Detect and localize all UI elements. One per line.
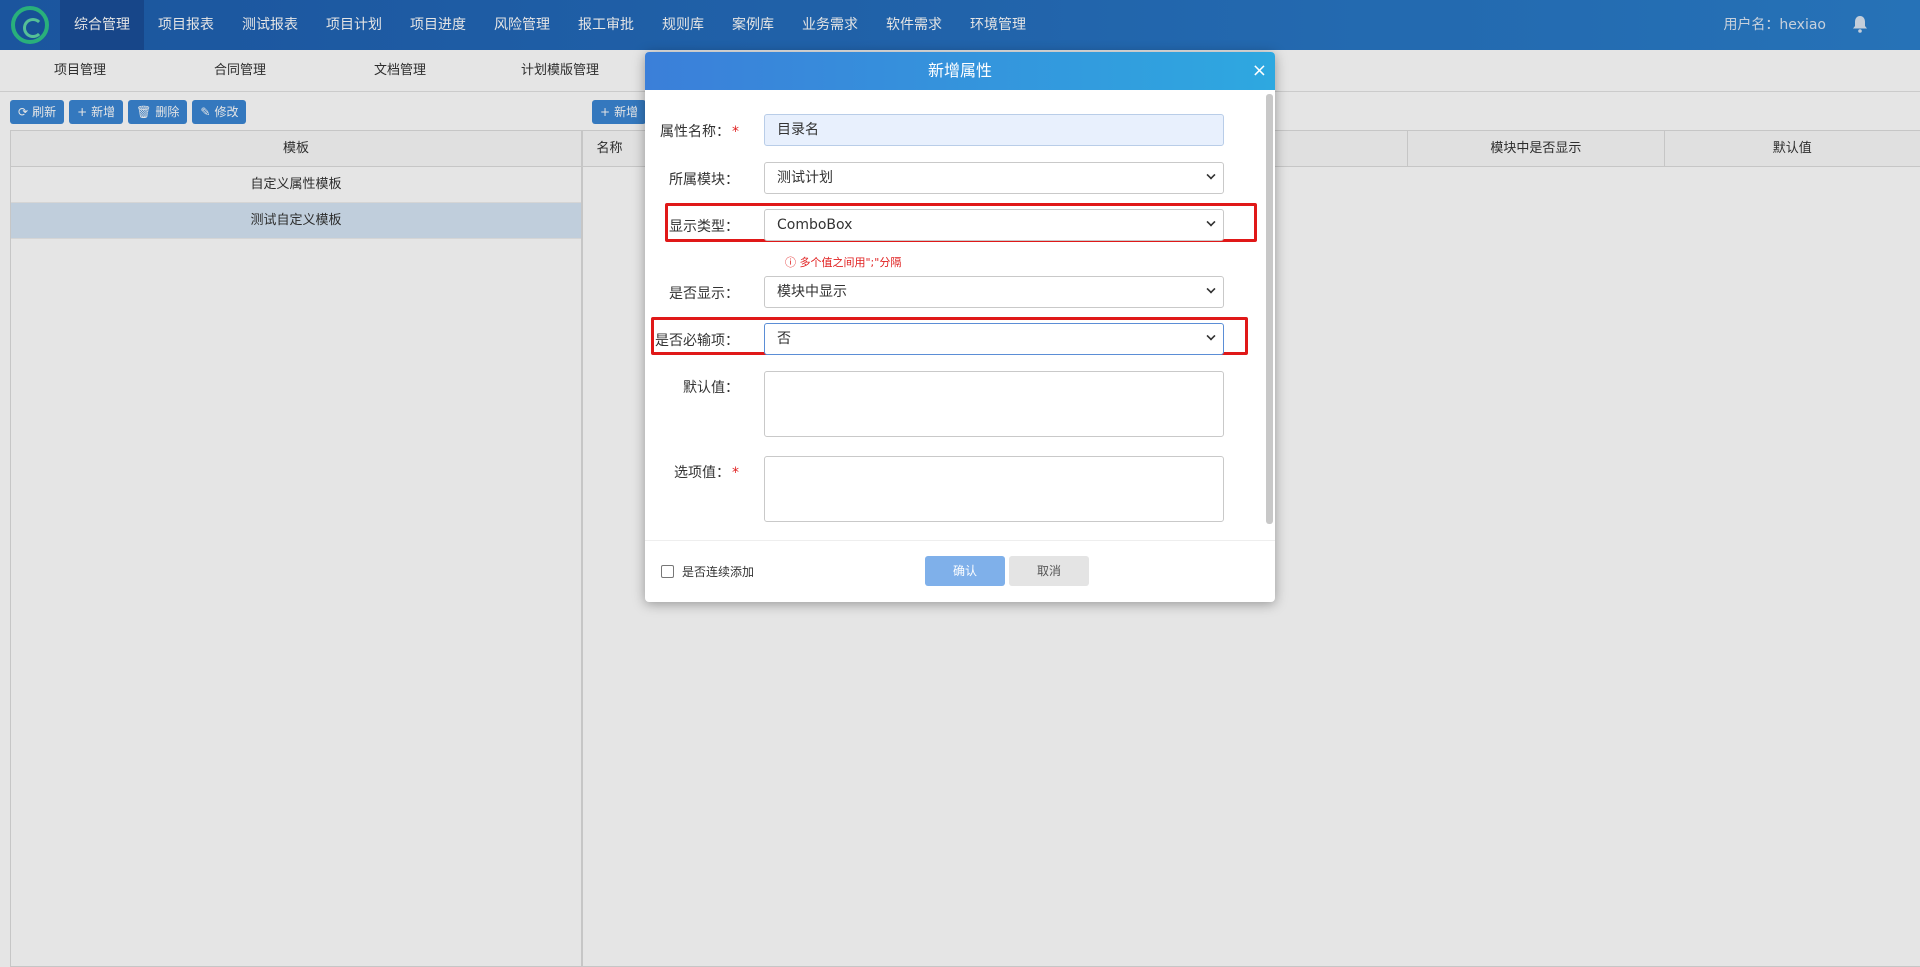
show-select[interactable]: 模块中显示 [764,276,1224,308]
dialog-footer: 是否连续添加 确认 取消 [645,540,1275,602]
required-marker: * [732,124,739,140]
display-type-label: 显示类型： [669,219,739,235]
continue-add-checkbox[interactable] [661,565,674,578]
confirm-button[interactable]: 确认 [925,556,1005,586]
required-select[interactable]: 否 [764,323,1224,355]
chevron-down-icon [1206,331,1216,341]
chevron-down-icon [1206,284,1216,294]
close-icon[interactable]: × [1252,52,1267,90]
options-label: 选项值： [674,465,730,481]
add-attribute-dialog: 新增属性 × 属性名称： * 目录名 所属模块： 测试计划 显示类型： Combo… [645,52,1275,602]
name-label-wrap: 属性名称： * [660,121,739,141]
name-input[interactable]: 目录名 [764,114,1224,146]
dialog-scrollbar[interactable] [1266,94,1273,524]
module-select-value: 测试计划 [777,170,833,186]
name-label: 属性名称： [660,124,730,140]
display-type-select-value: ComboBox [777,217,853,233]
module-label: 所属模块： [669,172,739,188]
options-label-wrap: 选项值： * [674,462,739,482]
chevron-down-icon [1206,217,1216,227]
options-textarea[interactable] [764,456,1224,522]
default-label: 默认值： [683,380,739,396]
options-hint-text: 多个值之间用";"分隔 [799,256,902,269]
dialog-title: 新增属性 [927,61,992,80]
required-marker: * [732,465,739,481]
cancel-button[interactable]: 取消 [1009,556,1089,586]
dialog-body: 属性名称： * 目录名 所属模块： 测试计划 显示类型： ComboBox ⓘ 多… [645,90,1275,540]
required-select-value: 否 [777,331,791,347]
dialog-header: 新增属性 × [645,52,1275,90]
display-type-select[interactable]: ComboBox [764,209,1224,241]
chevron-down-icon [1206,170,1216,180]
show-select-value: 模块中显示 [777,284,847,300]
warning-icon: ⓘ [785,256,800,269]
continue-add-label[interactable]: 是否连续添加 [682,563,754,580]
required-label: 是否必输项： [655,333,739,349]
show-label: 是否显示： [669,286,739,302]
options-hint: ⓘ 多个值之间用";"分隔 [785,254,901,270]
default-value-textarea[interactable] [764,371,1224,437]
module-select[interactable]: 测试计划 [764,162,1224,194]
